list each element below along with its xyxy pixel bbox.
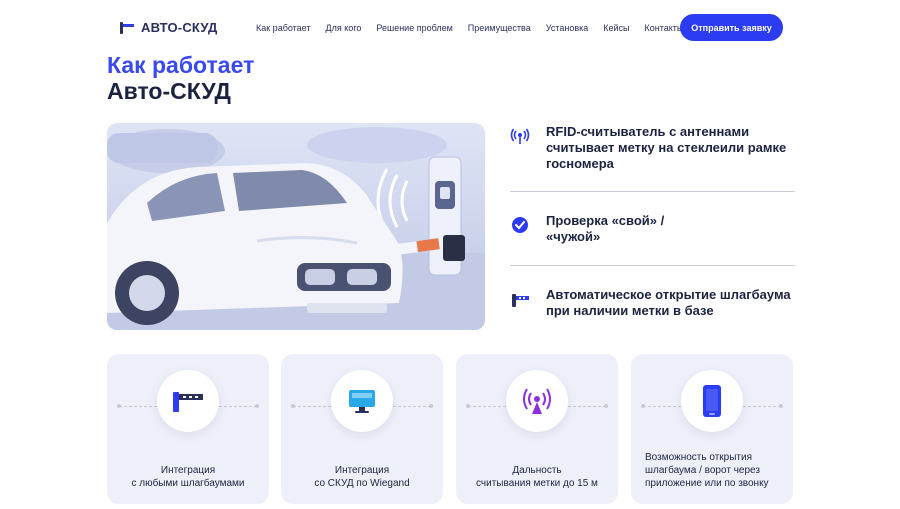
feature-rfid-text: RFID-считыватель с антеннами считывает м… (546, 124, 787, 171)
feature-auto-open: Автоматическое открытие шлагбаума при на… (510, 287, 796, 319)
send-request-button[interactable]: Отправить заявку (680, 14, 783, 41)
card-text-line: считывания метки до 15 м (476, 478, 598, 489)
nav-item-advantages[interactable]: Преимущества (468, 23, 531, 33)
card-text-line: приложение или по звонку (645, 478, 769, 489)
nav-item-solutions[interactable]: Решение проблем (376, 23, 452, 33)
check-badge-icon (512, 217, 528, 233)
card-text-line: со СКУД по Wiegand (314, 478, 410, 489)
feature-divider (510, 191, 795, 192)
smartphone-icon (703, 385, 721, 417)
card-text-line: Интеграция (334, 465, 390, 476)
page-title-line1: Как работает (107, 52, 255, 78)
nav-item-installation[interactable]: Установка (546, 23, 589, 33)
page-title: Как работает Авто-СКУД (107, 52, 254, 104)
nav-item-how-it-works[interactable]: Как работает (256, 23, 311, 33)
feature-rfid: RFID-считыватель с антеннами считывает м… (510, 124, 796, 172)
antenna-icon (523, 388, 551, 414)
nav-item-cases[interactable]: Кейсы (603, 23, 629, 33)
barrier-icon (512, 294, 529, 307)
car-barrier-illustration (107, 127, 485, 330)
card-read-range: Дальность считывания метки до 15 м (456, 354, 618, 504)
card-text-line: Дальность (512, 465, 562, 476)
card-text-line: Возможность открытия (645, 452, 752, 463)
page-title-line2: Авто-СКУД (107, 78, 231, 104)
card-text-line: шлагбаума / ворот через (645, 465, 760, 476)
card-text-line: с любыми шлагбаумами (131, 478, 245, 489)
nav-menu: Как работает Для кого Решение проблем Пр… (256, 23, 683, 33)
logo[interactable]: АВТО-СКУД (120, 20, 217, 35)
logo-text: АВТО-СКУД (141, 20, 218, 35)
card-wiegand-integration: Интеграция со СКУД по Wiegand (281, 354, 443, 504)
feature-check: Проверка «свой» / «чужой» (510, 213, 796, 245)
top-navigation: АВТО-СКУД Как работает Для кого Решение … (0, 14, 900, 42)
card-text-line: Интеграция (160, 465, 216, 476)
card-remote-open: Возможность открытия шлагбаума / ворот ч… (631, 354, 793, 504)
barrier-logo-icon (120, 21, 134, 34)
monitor-icon (349, 390, 375, 413)
rfid-antenna-icon (510, 128, 530, 144)
feature-auto-open-text: Автоматическое открытие шлагбаума при на… (546, 287, 791, 318)
hero-illustration (107, 123, 485, 330)
nav-item-contacts[interactable]: Контакты (645, 23, 684, 33)
feature-divider (510, 265, 795, 266)
nav-item-for-whom[interactable]: Для кого (326, 23, 362, 33)
card-barrier-integration: Интеграция с любыми шлагбаумами (107, 354, 269, 504)
feature-check-text: Проверка «свой» / «чужой» (546, 213, 665, 244)
barrier-icon (173, 392, 203, 412)
